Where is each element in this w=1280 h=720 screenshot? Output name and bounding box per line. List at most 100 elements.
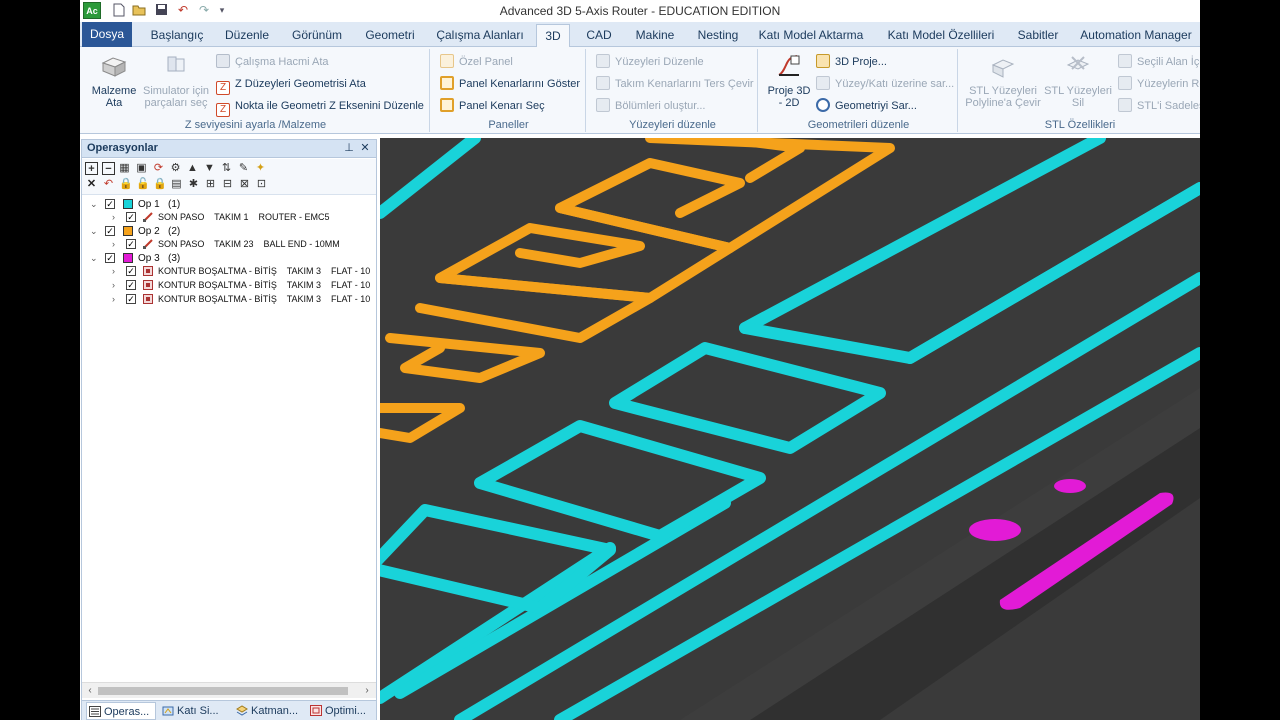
chevron-down-icon[interactable]: ⌄ (90, 252, 98, 265)
scroll-thumb[interactable] (98, 687, 348, 695)
move-up-icon[interactable]: ▲ (186, 162, 199, 175)
expand-all-icon[interactable]: + (85, 162, 98, 175)
item-checkbox[interactable]: ✓ (126, 294, 136, 304)
malzeme-ata-button[interactable]: Malzeme Ata (88, 53, 140, 109)
simulate-icon[interactable]: ▣ (135, 162, 148, 175)
tab-optimizasyon[interactable]: Optimi... (308, 702, 374, 720)
yuzeylerin-re-button[interactable]: Yüzeylerin Re (1118, 75, 1200, 93)
op2-checkbox[interactable]: ✓ (105, 226, 115, 236)
wand-icon[interactable]: ✦ (254, 162, 267, 175)
op3-checkbox[interactable]: ✓ (105, 253, 115, 263)
tab-calisma-alanlari[interactable]: Çalışma Alanları (432, 24, 528, 47)
takim-kenarlari-ters-cevir-button[interactable]: Takım Kenarlarını Ters Çevir (596, 75, 754, 93)
chevron-right-icon[interactable]: › (112, 238, 120, 251)
stl-yuzeyleri-polyline-cevir-button[interactable]: STL Yüzeyleri Polyline'a Çevir (964, 53, 1042, 109)
group-icon[interactable]: ⊠ (238, 178, 251, 191)
item-checkbox[interactable]: ✓ (126, 239, 136, 249)
tree-item[interactable]: › ✓ SON PASO TAKIM 1 ROUTER - EMC5 (82, 211, 376, 224)
lock-icon[interactable]: 🔒 (119, 178, 133, 191)
tab-operasyonlar[interactable]: Operas... (86, 702, 156, 720)
align-icon[interactable]: ⊟ (221, 178, 234, 191)
3d-viewport[interactable] (380, 138, 1200, 720)
undo-ops-icon[interactable]: ↶ (102, 178, 115, 191)
lock-all-icon[interactable]: 🔒 (153, 178, 167, 191)
scroll-left-icon[interactable]: ‹ (83, 684, 97, 698)
tab-dosya[interactable]: Dosya (82, 22, 132, 47)
recalc-icon[interactable]: ⟳ (152, 162, 165, 175)
chevron-down-icon[interactable]: ⌄ (90, 225, 98, 238)
settings-icon[interactable]: ⊡ (255, 178, 268, 191)
tab-makine[interactable]: Makine (628, 24, 682, 47)
tab-kati-model-aktarma[interactable]: Katı Model Aktarma (756, 24, 866, 47)
unlock-icon[interactable]: 🔓 (136, 178, 150, 191)
nokta-ile-geometri-z-button[interactable]: Z Nokta ile Geometri Z Eksenini Düzenle (216, 97, 424, 117)
item-checkbox[interactable]: ✓ (126, 266, 136, 276)
chevron-right-icon[interactable]: › (112, 293, 120, 306)
panel-edges-icon (440, 76, 454, 90)
pin-icon[interactable]: ⊥ (342, 141, 356, 155)
3d-proje-button[interactable]: 3D Proje... (816, 53, 887, 71)
stl-yuzeyleri-sil-button[interactable]: STL Yüzeyleri Sil (1042, 53, 1114, 109)
group-z-seviyesi: Malzeme Ata Simulator için parçaları seç… (82, 49, 430, 132)
operations-tree: ⌄ ✓ Op 1 (1) › ✓ SON PASO TAKIM 1 ROUTER… (82, 196, 376, 682)
simulator-parcalari-sec-button[interactable]: Simulator için parçaları seç (140, 53, 212, 109)
tree-item[interactable]: › ✓ KONTUR BOŞALTMA - BİTİŞ TAKIM 3 FLAT… (82, 265, 376, 278)
bolumleri-olustur-button[interactable]: Bölümleri oluştur... (596, 97, 705, 115)
panel-kenari-sec-button[interactable]: Panel Kenarı Seç (440, 97, 545, 115)
yuzey-kati-uzerine-sar-button[interactable]: Yüzey/Katı üzerine sar... (816, 75, 954, 93)
tab-kati-model-ozellileri[interactable]: Katı Model Özellileri (880, 24, 1002, 47)
yuzeyleri-duzenle-button[interactable]: Yüzeyleri Düzenle (596, 53, 704, 71)
transform-icon[interactable]: ✱ (187, 178, 200, 191)
tab-katmanlar[interactable]: Katman... (234, 702, 306, 720)
scroll-right-icon[interactable]: › (360, 684, 374, 698)
tool-icon[interactable]: ⚙ (169, 162, 182, 175)
item-checkbox[interactable]: ✓ (126, 212, 136, 222)
tab-gorunum[interactable]: Görünüm (285, 24, 349, 47)
item-checkbox[interactable]: ✓ (126, 280, 136, 290)
tree-item[interactable]: › ✓ SON PASO TAKIM 23 BALL END - 10MM (82, 238, 376, 251)
orange-meander-2b (415, 273, 655, 343)
z-duzeyleri-geometrisi-ata-button[interactable]: ZZ Düzeyleri Geometrisi Ata (216, 75, 366, 95)
tab-cad[interactable]: CAD (578, 24, 620, 47)
chevron-right-icon[interactable]: › (112, 211, 120, 224)
move-down-icon[interactable]: ▼ (203, 162, 216, 175)
tab-baslangic[interactable]: Başlangıç (142, 24, 212, 47)
tab-automation-manager[interactable]: Automation Manager (1075, 24, 1197, 47)
tab-sabitler[interactable]: Sabitler (1012, 24, 1064, 47)
ozel-panel-button[interactable]: Özel Panel (440, 53, 513, 71)
chevron-right-icon[interactable]: › (112, 265, 120, 278)
calculate-icon[interactable]: ▦ (118, 162, 131, 175)
sort-icon[interactable]: ⇅ (220, 162, 233, 175)
stl-sadeles-button[interactable]: STL'i Sadeleş (1118, 97, 1200, 115)
panel-kenarlarini-goster-button[interactable]: Panel Kenarlarını Göster (440, 75, 580, 93)
tree-op-1[interactable]: ⌄ ✓ Op 1 (1) (82, 198, 376, 211)
calisma-hacmi-ata-button[interactable]: Çalışma Hacmi Ata (216, 53, 329, 71)
op1-checkbox[interactable]: ✓ (105, 199, 115, 209)
edit-icon[interactable]: ✎ (237, 162, 250, 175)
delete-icon[interactable]: ✕ (85, 178, 98, 191)
close-icon[interactable]: ✕ (358, 141, 372, 155)
op1-label: Op 1 (138, 199, 160, 210)
surfaces-re-icon (1118, 76, 1132, 90)
array-icon[interactable]: ⊞ (204, 178, 217, 191)
tab-geometri[interactable]: Geometri (358, 24, 422, 47)
chevron-right-icon[interactable]: › (112, 279, 120, 292)
tree-item[interactable]: › ✓ KONTUR BOŞALTMA - BİTİŞ TAKIM 3 FLAT… (82, 279, 376, 292)
collapse-all-icon[interactable]: − (102, 162, 115, 175)
tab-3d[interactable]: 3D (536, 24, 570, 48)
tree-op-2[interactable]: ⌄ ✓ Op 2 (2) (82, 225, 376, 238)
secili-alan-ice-button[interactable]: Seçili Alan İçe (1118, 53, 1200, 71)
proje-3d-2d-button[interactable]: Proje 3D - 2D (764, 53, 814, 109)
tab-duzenle[interactable]: Düzenle (218, 24, 276, 47)
output-icon[interactable]: ▤ (170, 178, 183, 191)
pocket-icon (143, 294, 153, 304)
horizontal-scrollbar[interactable]: ‹ › (82, 682, 376, 698)
operations-panel-header: Operasyonlar ⊥ ✕ (82, 140, 376, 158)
chevron-down-icon[interactable]: ⌄ (90, 198, 98, 211)
geometriyi-sar-button[interactable]: Geometriyi Sar... (816, 97, 917, 115)
orange-meander-1b (715, 138, 805, 183)
tree-op-3[interactable]: ⌄ ✓ Op 3 (3) (82, 252, 376, 265)
tree-item[interactable]: › ✓ KONTUR BOŞALTMA - BİTİŞ TAKIM 3 FLAT… (82, 293, 376, 306)
tab-nesting[interactable]: Nesting (690, 24, 746, 47)
tab-kati-simulator[interactable]: Katı Si... (160, 702, 230, 720)
